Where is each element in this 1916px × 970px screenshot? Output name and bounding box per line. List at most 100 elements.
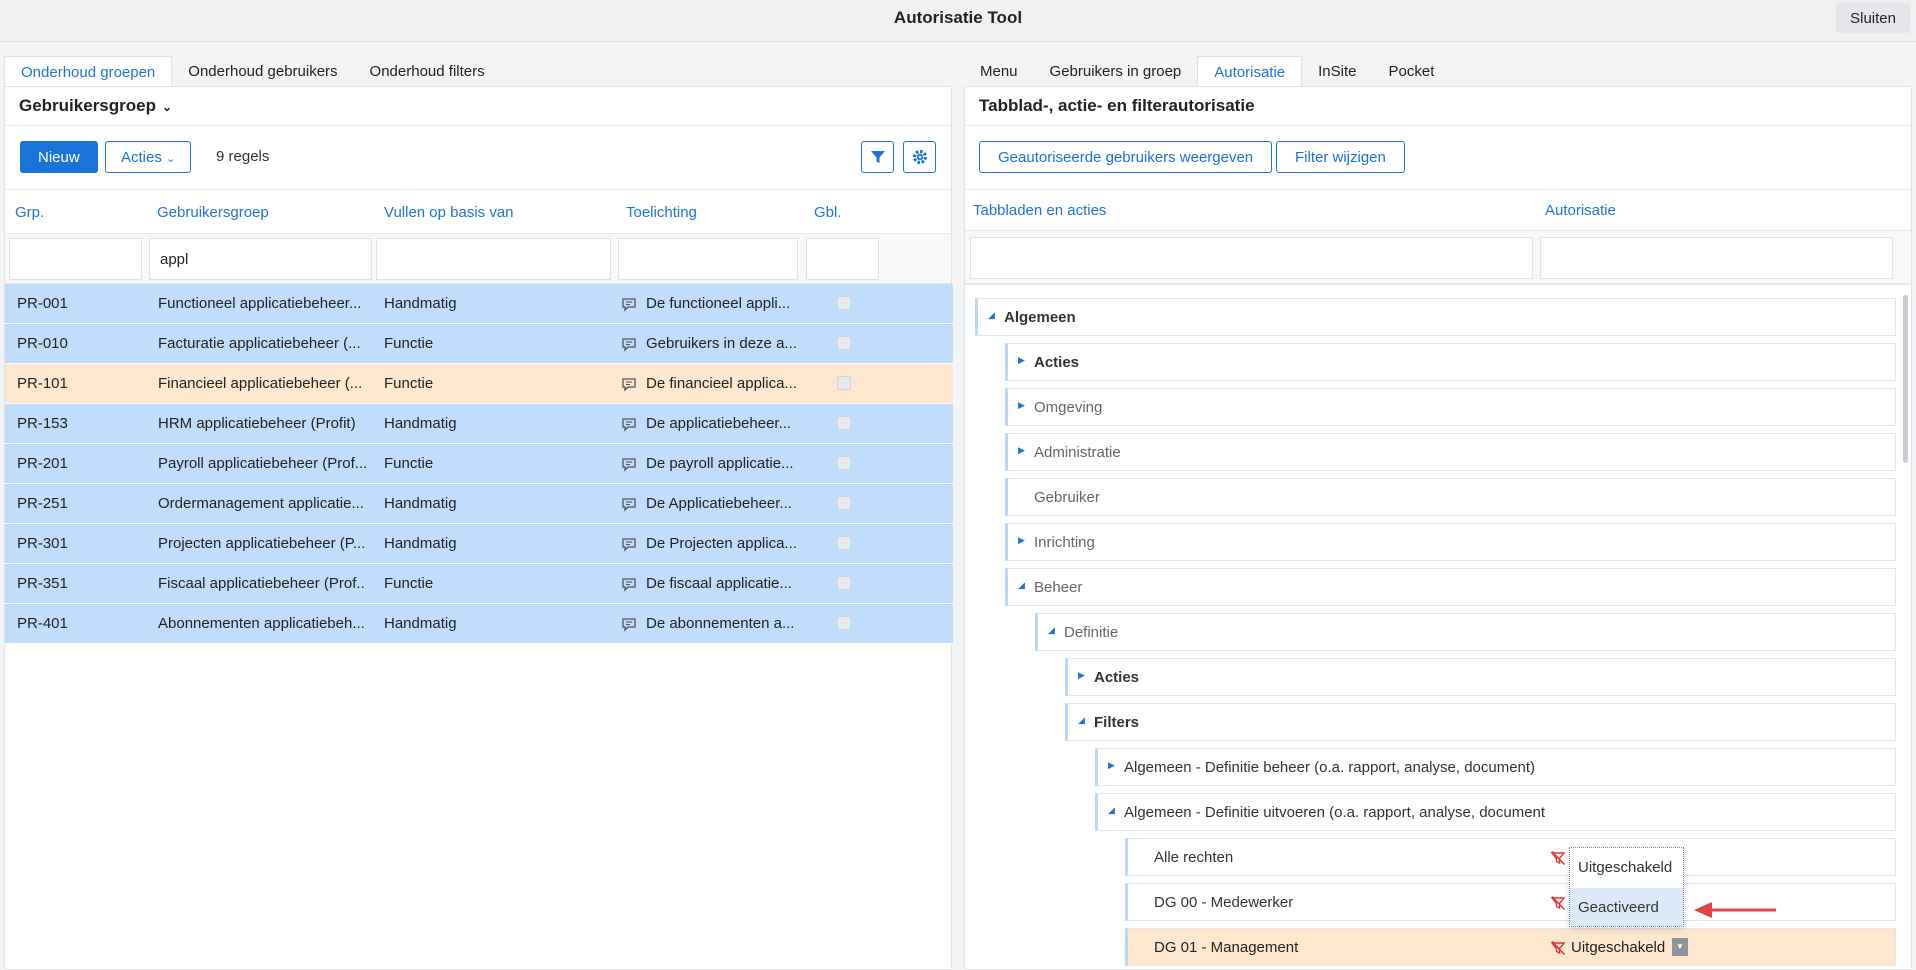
filter-icon [870, 151, 885, 163]
col-toelichting[interactable]: Toelichting [626, 204, 697, 221]
cell-name: Projecten applicatiebeheer (P... [158, 535, 366, 552]
expanded-arrow-icon[interactable]: ◢ [1048, 625, 1055, 636]
groups-column-headers: Grp. Gebruikersgroep Vullen op basis van… [5, 190, 951, 234]
tab-onderhoud-gebruikers[interactable]: Onderhoud gebruikers [172, 56, 353, 87]
collapsed-arrow-icon[interactable]: ▶ [1018, 355, 1025, 366]
close-button[interactable]: Sluiten [1836, 3, 1910, 33]
cell-note: De abonnementen a... [646, 615, 795, 632]
comment-icon [622, 578, 636, 592]
tree-node-gebruiker[interactable]: Gebruiker [1005, 478, 1896, 516]
dropdown-arrow-icon[interactable]: ▼ [1672, 938, 1688, 956]
collapsed-arrow-icon[interactable]: ▶ [1018, 445, 1025, 456]
cell-fill: Functie [384, 335, 434, 352]
cell-note: De payroll applicatie... [646, 455, 794, 472]
settings-button[interactable] [903, 141, 936, 173]
change-filter-button[interactable]: Filter wijzigen [1276, 141, 1405, 173]
filter-tabbladen-input[interactable] [970, 237, 1533, 279]
expanded-arrow-icon[interactable]: ◢ [1018, 580, 1025, 591]
tree-node-dg01[interactable]: DG 01 - Management Uitgeschakeld ▼ [1125, 928, 1896, 966]
tree-node-label: Algemeen [1004, 309, 1076, 326]
tree-node-omgeving[interactable]: ▶ Omgeving [1005, 388, 1896, 426]
col-gbl[interactable]: Gbl. [814, 204, 842, 221]
table-row[interactable]: PR-010 Facturatie applicatiebeheer (... Fu… [5, 324, 953, 364]
groups-header[interactable]: Gebruikersgroep ⌄ [5, 87, 951, 126]
tree-node-label: Administratie [1034, 444, 1121, 461]
tree-node-label: Gebruiker [1034, 489, 1100, 506]
filter-note-input[interactable] [618, 238, 798, 280]
tree-node-filter-definitie-beheer[interactable]: ▶ Algemeen - Definitie beheer (o.a. rappo… [1095, 748, 1896, 786]
authorization-toolbar: Geautoriseerde gebruikers weergeven Filt… [965, 126, 1911, 190]
collapsed-arrow-icon[interactable]: ▶ [1018, 400, 1025, 411]
show-authorized-users-button[interactable]: Geautoriseerde gebruikers weergeven [979, 141, 1273, 173]
table-row[interactable]: PR-201 Payroll applicatiebeheer (Prof... F… [5, 444, 953, 484]
tab-onderhoud-filters[interactable]: Onderhoud filters [354, 56, 501, 87]
tree-node-dg00[interactable]: DG 00 - Medewerker [1125, 883, 1896, 921]
filter-off-icon [1550, 850, 1566, 866]
cell-name: Financieel applicatiebeheer (... [158, 375, 363, 392]
tree-node-label: Acties [1094, 669, 1140, 686]
tree-node-definitie-acties[interactable]: ▶ Acties [1065, 658, 1896, 696]
cell-code: PR-101 [17, 375, 68, 392]
tree-node-acties[interactable]: ▶ Acties [1005, 343, 1896, 381]
table-row[interactable]: PR-001 Functioneel applicatiebeheer... Han… [5, 284, 953, 324]
collapsed-arrow-icon[interactable]: ▶ [1018, 535, 1025, 546]
tab-autorisatie[interactable]: Autorisatie [1197, 56, 1303, 87]
cell-name: Facturatie applicatiebeheer (... [158, 335, 361, 352]
authorization-select-value[interactable]: Uitgeschakeld [1571, 939, 1665, 956]
cell-fill: Handmatig [384, 495, 457, 512]
col-grp[interactable]: Grp. [15, 204, 44, 221]
col-tabbladen[interactable]: Tabbladen en acties [973, 202, 1106, 219]
table-row[interactable]: PR-251 Ordermanagement applicatie... Handm… [5, 484, 953, 524]
tab-menu[interactable]: Menu [964, 56, 1034, 87]
filter-fill-input[interactable] [376, 238, 611, 280]
scrollbar[interactable] [1903, 295, 1908, 463]
tab-insite[interactable]: InSite [1302, 56, 1372, 87]
cell-code: PR-351 [17, 575, 68, 592]
col-vullen[interactable]: Vullen op basis van [384, 204, 514, 221]
tree-node-beheer[interactable]: ◢ Beheer [1005, 568, 1896, 606]
tree-node-administratie[interactable]: ▶ Administratie [1005, 433, 1896, 471]
tree-node-label: Beheer [1034, 579, 1083, 596]
col-autorisatie[interactable]: Autorisatie [1545, 202, 1616, 219]
cell-note: De fiscaal applicatie... [646, 575, 792, 592]
tab-onderhoud-groepen[interactable]: Onderhoud groepen [4, 56, 173, 87]
right-tabs: Menu Gebruikers in groep Autorisatie InS… [964, 56, 1450, 87]
cell-code: PR-401 [17, 615, 68, 632]
option-uitgeschakeld[interactable]: Uitgeschakeld [1570, 848, 1683, 886]
table-row[interactable]: PR-301 Projecten applicatiebeheer (P... Ha… [5, 524, 953, 564]
tree-node-label: Definitie [1064, 624, 1119, 641]
tree-node-definitie[interactable]: ◢ Definitie [1035, 613, 1896, 651]
gbl-checkbox [837, 616, 851, 630]
table-row[interactable]: PR-401 Abonnementen applicatiebeh... Handm… [5, 604, 953, 644]
expanded-arrow-icon[interactable]: ◢ [1108, 805, 1115, 816]
filter-autorisatie-input[interactable] [1540, 237, 1893, 279]
tree-node-algemeen[interactable]: ◢ Algemeen [975, 298, 1896, 336]
gbl-checkbox [837, 336, 851, 350]
collapsed-arrow-icon[interactable]: ▶ [1108, 760, 1115, 771]
filter-button[interactable] [861, 141, 894, 173]
filter-gbl-input[interactable] [806, 238, 879, 280]
tree-node-inrichting[interactable]: ▶ Inrichting [1005, 523, 1896, 561]
chevron-down-icon: ⌄ [162, 100, 173, 114]
collapsed-arrow-icon[interactable]: ▶ [1078, 670, 1085, 681]
actions-button[interactable]: Acties ⌄ [105, 141, 192, 173]
expanded-arrow-icon[interactable]: ◢ [1078, 715, 1085, 726]
option-geactiveerd[interactable]: Geactiveerd [1570, 888, 1683, 926]
table-row[interactable]: PR-153 HRM applicatiebeheer (Profit) Handm… [5, 404, 953, 444]
table-row[interactable]: PR-101 Financieel applicatiebeheer (... Fu… [5, 364, 953, 404]
filter-name-input[interactable] [149, 238, 372, 280]
chevron-down-icon: ⌄ [166, 152, 176, 165]
comment-icon [622, 498, 636, 512]
col-gebruikersgroep[interactable]: Gebruikersgroep [157, 204, 269, 221]
comment-icon [622, 298, 636, 312]
new-button[interactable]: Nieuw [20, 141, 98, 173]
tree-node-filter-definitie-uitvoeren[interactable]: ◢ Algemeen - Definitie uitvoeren (o.a. ra… [1095, 793, 1896, 831]
tree-node-filters[interactable]: ◢ Filters [1065, 703, 1896, 741]
expanded-arrow-icon[interactable]: ◢ [988, 310, 995, 321]
table-row[interactable]: PR-351 Fiscaal applicatiebeheer (Prof... F… [5, 564, 953, 604]
groups-panel: Gebruikersgroep ⌄ Nieuw Acties ⌄ 9 regels… [4, 86, 953, 970]
filter-grp-input[interactable] [9, 238, 142, 280]
tab-pocket[interactable]: Pocket [1373, 56, 1451, 87]
tree-node-alle-rechten[interactable]: Alle rechten [1125, 838, 1896, 876]
tab-gebruikers-in-groep[interactable]: Gebruikers in groep [1034, 56, 1198, 87]
